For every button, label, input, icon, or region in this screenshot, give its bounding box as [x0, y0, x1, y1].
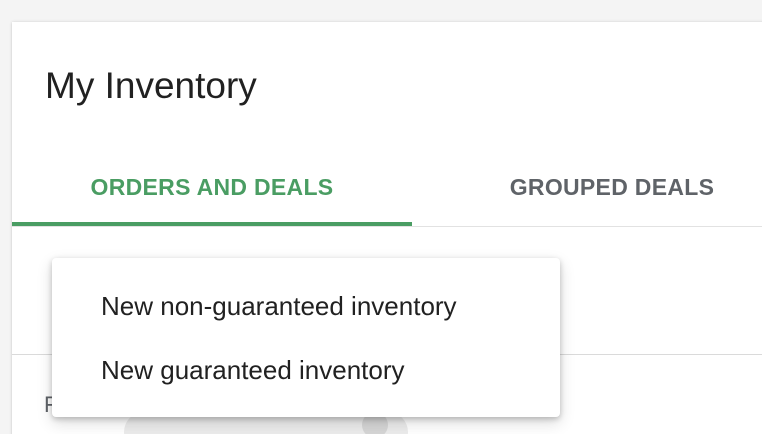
- active-tab-indicator: [12, 222, 412, 226]
- tab-grouped-deals[interactable]: GROUPED DEALS: [412, 152, 762, 222]
- menu-item-new-non-guaranteed-inventory[interactable]: New non-guaranteed inventory: [52, 274, 560, 338]
- page-title: My Inventory: [45, 65, 257, 106]
- viewport: My Inventory ORDERS AND DEALS GROUPED DE…: [0, 0, 762, 434]
- new-inventory-menu: New non-guaranteed inventory New guarant…: [52, 258, 560, 417]
- tab-orders-and-deals[interactable]: ORDERS AND DEALS: [12, 152, 412, 222]
- tab-bar: ORDERS AND DEALS GROUPED DEALS: [12, 152, 762, 227]
- menu-item-new-guaranteed-inventory[interactable]: New guaranteed inventory: [52, 338, 560, 402]
